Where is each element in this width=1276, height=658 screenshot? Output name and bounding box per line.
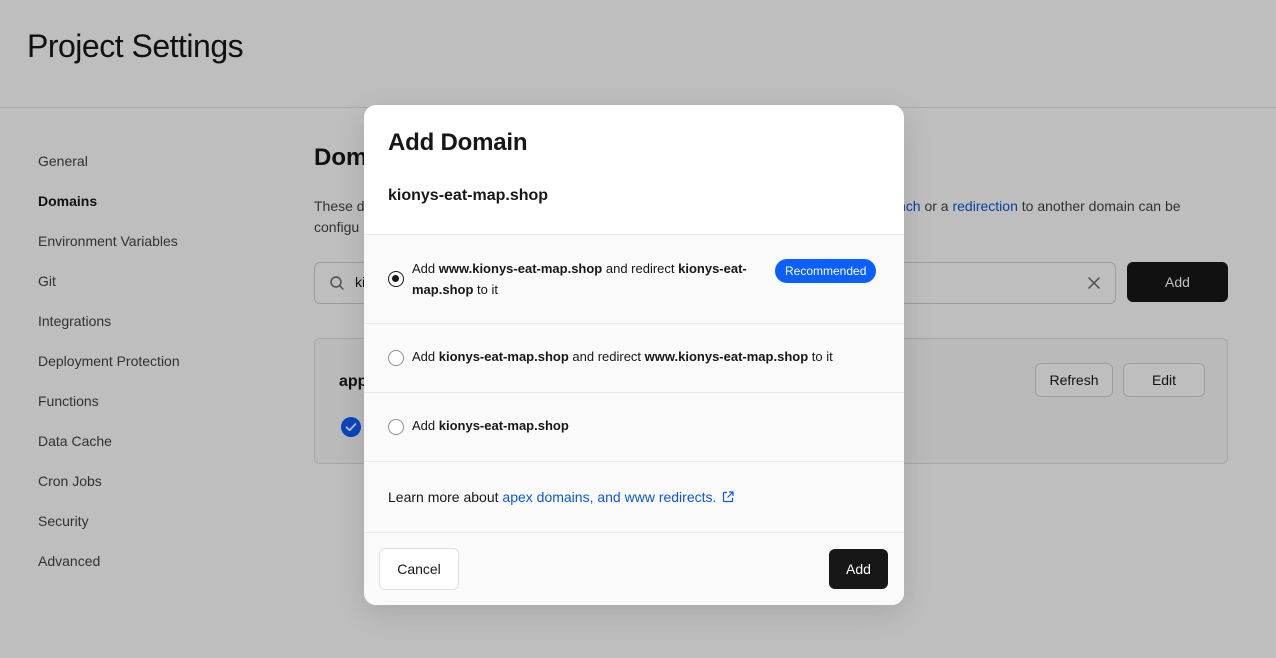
learn-more-link-label: apex domains, and www redirects. (502, 489, 717, 505)
add-domain-modal: Add Domain kionys-eat-map.shop Add www.k… (364, 105, 904, 605)
option-add-apex-only[interactable]: Add kionys-eat-map.shop (364, 393, 904, 462)
option-add-www-redirect-apex[interactable]: Add www.kionys-eat-map.shop and redirect… (364, 235, 904, 324)
cancel-button[interactable]: Cancel (379, 548, 459, 590)
option-2-text: Add kionys-eat-map.shop and redirect www… (412, 346, 882, 367)
modal-add-button[interactable]: Add (829, 549, 888, 589)
option-1-domain: www.kionys-eat-map.shop (438, 261, 603, 276)
learn-more-link[interactable]: apex domains, and www redirects. (502, 489, 735, 505)
option-3-prefix: Add (412, 418, 439, 433)
option-3-domain: kionys-eat-map.shop (438, 418, 569, 433)
option-1-prefix: Add (412, 261, 439, 276)
option-1-suffix: to it (473, 282, 498, 297)
option-2-domain: kionys-eat-map.shop (438, 349, 569, 364)
learn-more-section: Learn more about apex domains, and www r… (364, 462, 904, 533)
learn-more-text: Learn more about apex domains, and www r… (388, 489, 735, 505)
radio-option-1[interactable] (388, 271, 404, 287)
option-2-suffix: to it (808, 349, 833, 364)
option-add-apex-redirect-www[interactable]: Add kionys-eat-map.shop and redirect www… (364, 324, 904, 393)
learn-more-prefix: Learn more about (388, 489, 503, 505)
modal-header: Add Domain kionys-eat-map.shop (364, 105, 904, 235)
recommended-badge: Recommended (775, 259, 877, 283)
option-2-redirect-domain: www.kionys-eat-map.shop (644, 349, 809, 364)
option-1-text: Add www.kionys-eat-map.shop and redirect… (412, 258, 752, 300)
option-2-prefix: Add (412, 349, 439, 364)
modal-footer: Cancel Add (364, 533, 904, 605)
option-2-middle: and redirect (568, 349, 645, 364)
external-link-icon (723, 491, 735, 503)
radio-option-2[interactable] (388, 350, 404, 366)
option-3-text: Add kionys-eat-map.shop (412, 415, 882, 436)
radio-option-3[interactable] (388, 419, 404, 435)
option-1-middle: and redirect (602, 261, 679, 276)
modal-domain-name: kionys-eat-map.shop (388, 187, 549, 204)
modal-title: Add Domain (388, 129, 528, 156)
